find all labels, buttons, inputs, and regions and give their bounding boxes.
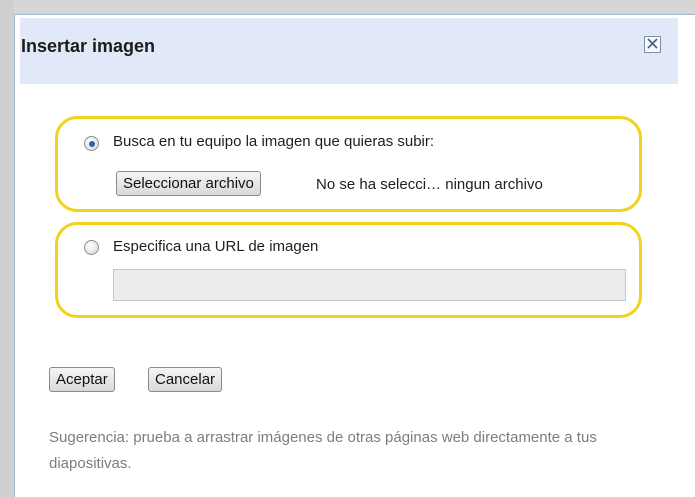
file-status-text: No se ha selecci… ningun archivo [316, 176, 543, 193]
dialog-title: Insertar imagen [21, 36, 156, 56]
choose-file-button[interactable]: Seleccionar archivo [116, 171, 261, 196]
close-button[interactable] [644, 36, 661, 53]
accept-button[interactable]: Aceptar [49, 367, 115, 392]
page-backdrop-top [0, 0, 695, 14]
url-option-label: Especifica una URL de imagen [113, 238, 319, 255]
close-icon [647, 37, 658, 52]
upload-option-label: Busca en tu equipo la imagen que quieras… [113, 133, 435, 150]
image-url-input[interactable] [113, 269, 626, 301]
upload-option-highlight [55, 116, 642, 212]
upload-option-radio[interactable] [84, 136, 99, 151]
url-option-radio[interactable] [84, 240, 99, 255]
cancel-button[interactable]: Cancelar [148, 367, 223, 392]
hint-text: Sugerencia: prueba a arrastrar imágenes … [49, 429, 597, 472]
page-backdrop-left [0, 0, 14, 497]
